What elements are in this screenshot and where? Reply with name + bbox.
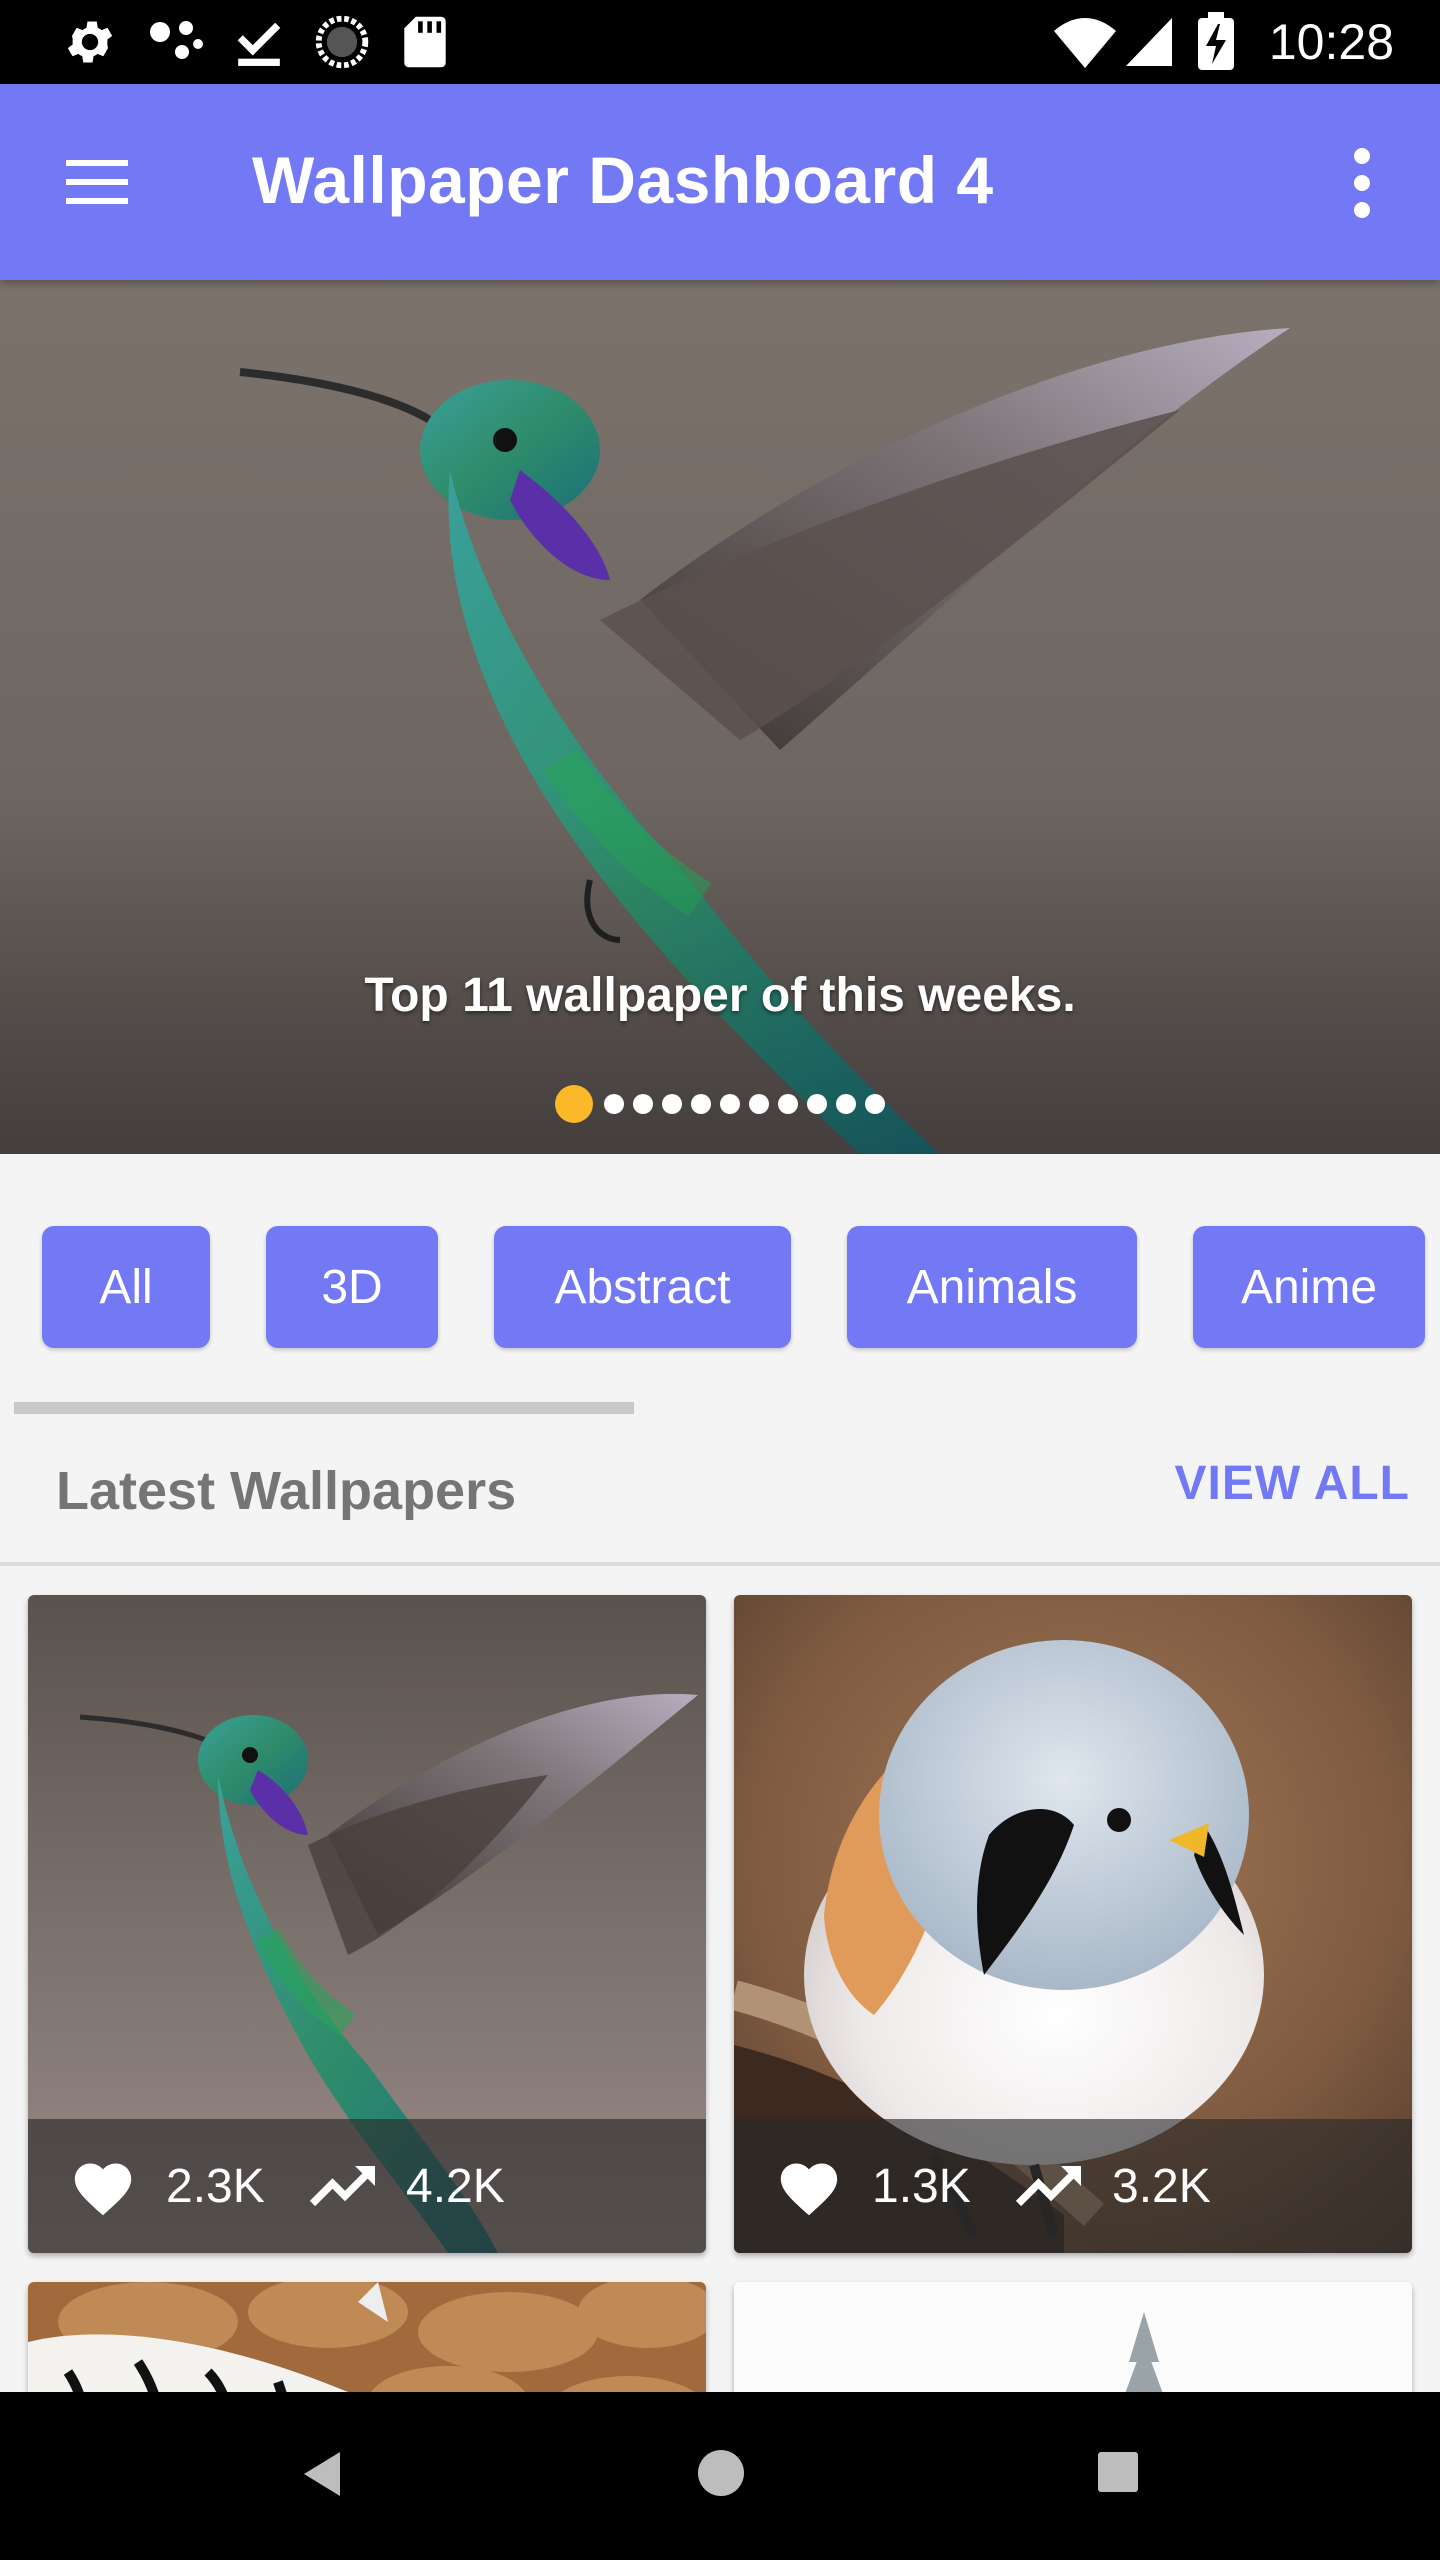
- slide-dot-10: [836, 1094, 856, 1114]
- featured-slider[interactable]: Top 11 wallpaper of this weeks.: [0, 280, 1440, 1154]
- heart-icon[interactable]: [68, 2155, 138, 2217]
- slide-dot-2: [604, 1094, 624, 1114]
- slide-dot-4: [662, 1094, 682, 1114]
- download-done-icon: [234, 14, 284, 70]
- chips-scroll-indicator: [14, 1402, 634, 1414]
- assistant-dots-icon: [146, 14, 206, 70]
- slide-dot-9: [807, 1094, 827, 1114]
- card-stats-overlay: 2.3K 4.2K: [28, 2119, 706, 2253]
- home-icon[interactable]: [696, 2448, 746, 2503]
- sync-circle-icon: [314, 14, 370, 70]
- views-count: 3.2K: [1112, 2159, 1211, 2213]
- section-divider: [0, 1562, 1440, 1566]
- category-chip-abstract[interactable]: Abstract: [494, 1226, 791, 1348]
- views-count: 4.2K: [406, 2159, 505, 2213]
- section-title: Latest Wallpapers: [56, 1461, 517, 1521]
- battery-charging-icon: [1196, 12, 1236, 70]
- wifi-icon: [1052, 14, 1118, 70]
- wallpaper-card[interactable]: 1.3K 3.2K: [734, 1595, 1412, 2253]
- category-chip-all[interactable]: All: [42, 1226, 210, 1348]
- back-icon[interactable]: [300, 2448, 344, 2505]
- slide-dot-1: [555, 1085, 593, 1123]
- trending-up-icon: [1016, 2161, 1086, 2211]
- system-navigation-bar: [0, 2392, 1440, 2560]
- trending-up-icon: [310, 2161, 380, 2211]
- app-title: Wallpaper Dashboard 4: [252, 143, 994, 217]
- category-chip-anime[interactable]: Anime: [1193, 1226, 1425, 1348]
- slide-dot-7: [749, 1094, 769, 1114]
- slide-dot-8: [778, 1094, 798, 1114]
- view-all-button[interactable]: VIEW ALL: [1174, 1456, 1410, 1511]
- slide-dot-11: [865, 1094, 885, 1114]
- slide-dot-6: [720, 1094, 740, 1114]
- likes-count: 1.3K: [872, 2159, 971, 2213]
- status-bar: 10:28: [0, 0, 1440, 84]
- slide-dot-3: [633, 1094, 653, 1114]
- heart-icon[interactable]: [774, 2155, 844, 2217]
- more-vertical-icon[interactable]: [1334, 148, 1390, 218]
- hamburger-menu-icon[interactable]: [62, 154, 132, 210]
- slide-dot-5: [691, 1094, 711, 1114]
- recents-icon[interactable]: [1096, 2450, 1140, 2499]
- wallpaper-card[interactable]: 2.3K 4.2K: [28, 1595, 706, 2253]
- latest-section-header: Latest Wallpapers VIEW ALL: [0, 1430, 1440, 1564]
- sd-card-icon: [402, 14, 448, 70]
- signal-icon: [1124, 14, 1174, 70]
- slider-caption: Top 11 wallpaper of this weeks.: [364, 969, 1076, 1022]
- gear-icon: [62, 14, 118, 70]
- slide-indicator: [0, 1078, 1440, 1128]
- card-stats-overlay: 1.3K 3.2K: [734, 2119, 1412, 2253]
- likes-count: 2.3K: [166, 2159, 265, 2213]
- clock: 10:28: [1268, 14, 1394, 70]
- category-chip-3d[interactable]: 3D: [266, 1226, 438, 1348]
- app-bar: Wallpaper Dashboard 4: [0, 84, 1440, 280]
- category-chips: All 3D Abstract Animals Anime: [0, 1154, 1440, 1394]
- category-chip-animals[interactable]: Animals: [847, 1226, 1137, 1348]
